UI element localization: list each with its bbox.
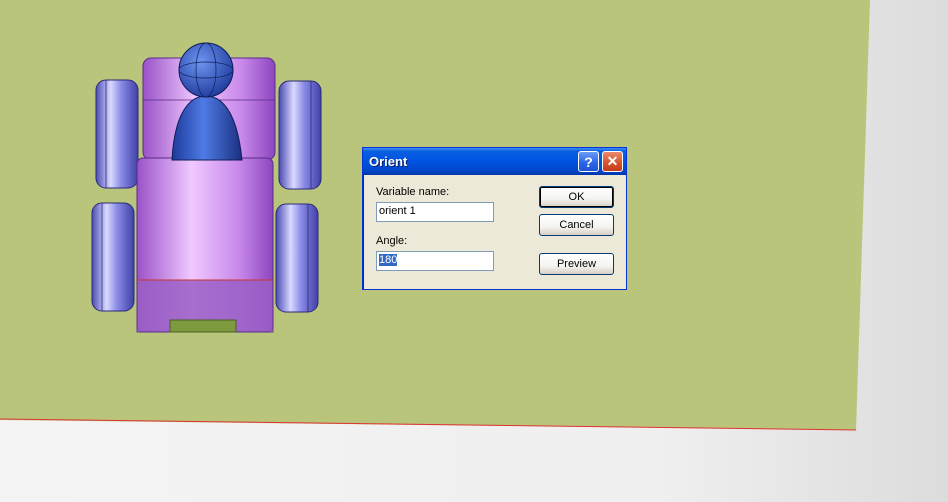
dialog-titlebar[interactable]: Orient ? ✕	[363, 148, 626, 175]
wheel-front-left	[91, 202, 135, 312]
preview-button[interactable]: Preview	[539, 253, 614, 275]
dialog-title: Orient	[369, 154, 408, 169]
cancel-button[interactable]: Cancel	[539, 214, 614, 236]
wheel-rear-right	[278, 80, 322, 190]
variable-name-label: Variable name:	[376, 186, 450, 198]
variable-name-input[interactable]: orient 1	[376, 202, 494, 222]
angle-input[interactable]: 180	[376, 251, 494, 271]
close-icon[interactable]: ✕	[602, 151, 623, 172]
orient-dialog: Orient ? ✕ Variable name: orient 1 Angle…	[362, 147, 627, 290]
help-icon[interactable]: ?	[578, 151, 599, 172]
angle-label: Angle:	[376, 235, 408, 247]
wheel-front-right	[275, 203, 319, 313]
ok-button[interactable]: OK	[539, 186, 614, 208]
wheel-rear-left	[95, 79, 139, 189]
